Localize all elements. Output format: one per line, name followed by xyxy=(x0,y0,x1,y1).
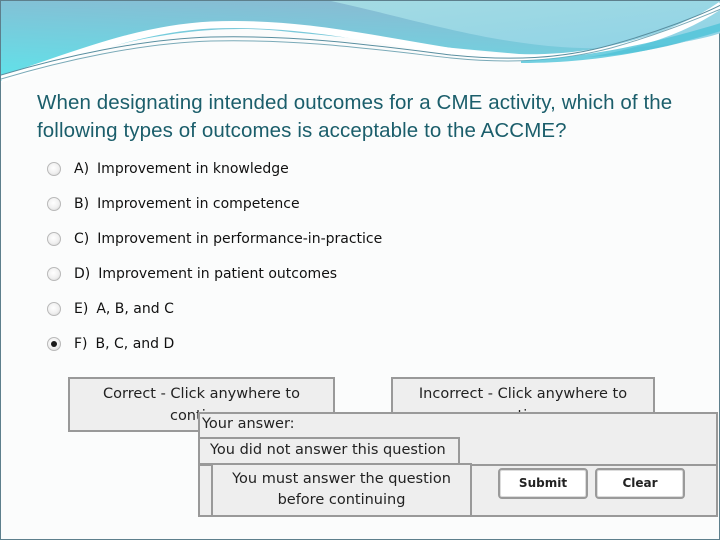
clear-button[interactable]: Clear xyxy=(595,468,685,499)
option-label: Improvement in performance-in-practice xyxy=(97,231,383,247)
radio-button-b[interactable] xyxy=(47,197,61,211)
radio-button-a[interactable] xyxy=(47,162,61,176)
option-label: B, C, and D xyxy=(95,336,175,352)
option-letter: B) xyxy=(74,196,90,212)
question-text: When designating intended outcomes for a… xyxy=(37,91,673,142)
not-answered-message: You did not answer this question xyxy=(198,437,460,465)
option-label: Improvement in patient outcomes xyxy=(98,266,338,282)
option-letter: D) xyxy=(74,266,91,282)
option-letter: A) xyxy=(74,161,90,177)
radio-button-e[interactable] xyxy=(47,302,61,316)
radio-button-d[interactable] xyxy=(47,267,61,281)
option-d[interactable]: D) Improvement in patient outcomes xyxy=(47,262,467,286)
option-label: Improvement in competence xyxy=(97,196,300,212)
radio-button-f-selected[interactable] xyxy=(47,337,61,351)
option-c[interactable]: C) Improvement in performance-in-practic… xyxy=(47,227,467,251)
option-letter: E) xyxy=(74,301,89,317)
radio-button-c[interactable] xyxy=(47,232,61,246)
option-label: A, B, and C xyxy=(96,301,174,317)
must-answer-message: You must answer the question before cont… xyxy=(211,463,472,517)
option-letter: C) xyxy=(74,231,90,247)
option-b[interactable]: B) Improvement in competence xyxy=(47,192,467,216)
submit-button[interactable]: Submit xyxy=(498,468,588,499)
option-a[interactable]: A) Improvement in knowledge xyxy=(47,157,467,181)
your-answer-label: Your answer: xyxy=(202,416,295,432)
option-f[interactable]: F) B, C, and D xyxy=(47,332,467,356)
option-label: Improvement in knowledge xyxy=(97,161,289,177)
option-e[interactable]: E) A, B, and C xyxy=(47,297,467,321)
option-letter: F) xyxy=(74,336,88,352)
